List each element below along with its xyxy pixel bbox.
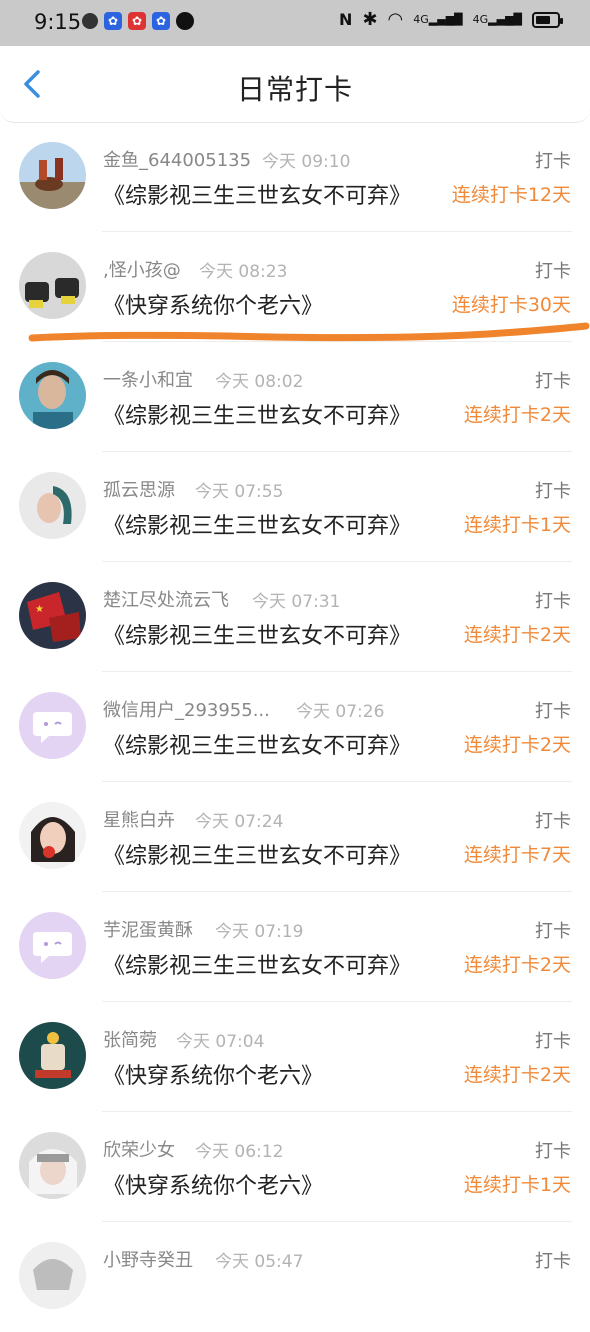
checkin-label: 打卡 [535, 1031, 571, 1052]
user-name[interactable]: 一条小和宜 [103, 366, 193, 392]
checkin-time: 今天 07:55 [195, 482, 284, 502]
bluetooth-icon: ✱ [362, 9, 378, 30]
avatar[interactable] [19, 362, 86, 429]
checkin-time: 今天 07:24 [195, 812, 284, 832]
avatar[interactable] [19, 1132, 86, 1199]
checkin-label: 打卡 [535, 261, 571, 282]
avatar[interactable] [19, 142, 86, 209]
signal-icon-2: 4G▂▄▆█ [472, 13, 522, 26]
avatar[interactable] [19, 252, 86, 319]
nfc-icon: N [339, 10, 353, 29]
list-item[interactable]: 芋泥蛋黄酥 今天 07:19 《综影视三生三世玄女不可弃》 打卡 连续打卡2天 [0, 892, 590, 1002]
streak-count: 连续打卡2天 [463, 734, 571, 756]
checkin-time: 今天 05:47 [215, 1252, 304, 1272]
list-item[interactable]: 张简菀 今天 07:04 《快穿系统你个老六》 打卡 连续打卡2天 [0, 1002, 590, 1112]
streak-count: 连续打卡2天 [463, 624, 571, 646]
checkin-label: 打卡 [535, 811, 571, 832]
status-time: 9:15 [34, 10, 82, 34]
user-name[interactable]: 孤云思源 [103, 476, 175, 502]
user-name[interactable]: 芋泥蛋黄酥 [103, 916, 193, 942]
header: 日常打卡 [0, 46, 590, 123]
user-name[interactable]: ,怪小孩@ [103, 256, 181, 282]
streak-count: 连续打卡1天 [463, 1174, 571, 1196]
checkin-label: 打卡 [535, 921, 571, 942]
svg-text:★: ★ [35, 604, 44, 615]
avatar[interactable] [19, 1022, 86, 1089]
checkin-time: 今天 08:23 [199, 262, 288, 282]
user-name[interactable]: 欣荣少女 [103, 1136, 175, 1162]
list-item[interactable]: 欣荣少女 今天 06:12 《快穿系统你个老六》 打卡 连续打卡1天 [0, 1112, 590, 1222]
checkin-time: 今天 09:10 [262, 152, 351, 172]
user-name[interactable]: 张简菀 [103, 1026, 157, 1052]
list-item[interactable]: ★ 楚江尽处流云飞 今天 07:31 《综影视三生三世玄女不可弃》 打卡 连续打… [0, 562, 590, 672]
orange-underline-annotation [28, 322, 590, 342]
book-title[interactable]: 《综影视三生三世玄女不可弃》 [103, 178, 411, 210]
streak-count: 连续打卡1天 [463, 514, 571, 536]
checkin-time: 今天 06:12 [195, 1142, 284, 1162]
checkin-time: 今天 08:02 [215, 372, 304, 392]
signal-icon: 4G▂▄▆█ [413, 13, 463, 26]
book-title[interactable]: 《快穿系统你个老六》 [103, 1058, 323, 1090]
avatar[interactable] [19, 472, 86, 539]
avatar[interactable]: ★ [19, 582, 86, 649]
streak-count: 连续打卡7天 [463, 844, 571, 866]
book-title[interactable]: 《综影视三生三世玄女不可弃》 [103, 728, 411, 760]
checkin-label: 打卡 [535, 371, 571, 392]
status-bar: 9:15 ✿ ✿ ✿ N ✱ ◠ 4G▂▄▆█ 4G▂▄▆█ [0, 0, 590, 46]
checkin-label: 打卡 [535, 1251, 571, 1272]
book-title[interactable]: 《综影视三生三世玄女不可弃》 [103, 618, 411, 650]
message-icon [82, 13, 98, 29]
app-icon: ✿ [128, 12, 146, 30]
checkin-time: 今天 07:31 [252, 592, 341, 612]
checkin-label: 打卡 [535, 591, 571, 612]
user-name[interactable]: 星熊白卉 [103, 806, 175, 832]
checkin-time: 今天 07:19 [215, 922, 304, 942]
streak-count: 连续打卡12天 [451, 184, 571, 206]
book-title[interactable]: 《综影视三生三世玄女不可弃》 [103, 948, 411, 980]
streak-count: 连续打卡2天 [463, 1064, 571, 1086]
battery-icon [532, 11, 563, 28]
list-item[interactable]: 一条小和宜 今天 08:02 《综影视三生三世玄女不可弃》 打卡 连续打卡2天 [0, 342, 590, 452]
avatar[interactable] [19, 912, 86, 979]
checkin-label: 打卡 [535, 481, 571, 502]
list-item[interactable]: 小野寺癸丑 今天 05:47 打卡 [0, 1222, 590, 1332]
user-name[interactable]: 微信用户_293955... [103, 696, 270, 722]
book-title[interactable]: 《综影视三生三世玄女不可弃》 [103, 838, 411, 870]
checkin-list: 金鱼_644005135 今天 09:10 《综影视三生三世玄女不可弃》 打卡 … [0, 122, 590, 1332]
avatar[interactable] [19, 1242, 86, 1309]
list-item[interactable]: 孤云思源 今天 07:55 《综影视三生三世玄女不可弃》 打卡 连续打卡1天 [0, 452, 590, 562]
qq-icon [176, 12, 194, 30]
user-name[interactable]: 楚江尽处流云飞 [103, 586, 229, 612]
baidu-icon-2: ✿ [152, 12, 170, 30]
list-item[interactable]: 微信用户_293955... 今天 07:26 《综影视三生三世玄女不可弃》 打… [0, 672, 590, 782]
avatar[interactable] [19, 802, 86, 869]
checkin-label: 打卡 [535, 701, 571, 722]
list-item[interactable]: 星熊白卉 今天 07:24 《综影视三生三世玄女不可弃》 打卡 连续打卡7天 [0, 782, 590, 892]
streak-count: 连续打卡2天 [463, 954, 571, 976]
user-name[interactable]: 金鱼_644005135 [103, 146, 251, 172]
avatar[interactable] [19, 692, 86, 759]
book-title[interactable]: 《快穿系统你个老六》 [103, 1168, 323, 1200]
checkin-label: 打卡 [535, 1141, 571, 1162]
notification-icons: ✿ ✿ ✿ [82, 12, 194, 30]
system-icons: N ✱ ◠ 4G▂▄▆█ 4G▂▄▆█ [339, 9, 563, 30]
list-item[interactable]: 金鱼_644005135 今天 09:10 《综影视三生三世玄女不可弃》 打卡 … [0, 122, 590, 232]
chat-bubble-icon [19, 912, 86, 979]
streak-count: 连续打卡2天 [463, 404, 571, 426]
book-title[interactable]: 《综影视三生三世玄女不可弃》 [103, 398, 411, 430]
chat-bubble-icon [19, 692, 86, 759]
checkin-time: 今天 07:04 [176, 1032, 265, 1052]
user-name[interactable]: 小野寺癸丑 [103, 1246, 193, 1272]
page-title: 日常打卡 [236, 73, 353, 106]
book-title[interactable]: 《综影视三生三世玄女不可弃》 [103, 508, 411, 540]
streak-count: 连续打卡30天 [451, 294, 571, 316]
baidu-icon: ✿ [104, 12, 122, 30]
wifi-icon: ◠ [387, 9, 404, 30]
checkin-time: 今天 07:26 [296, 702, 385, 722]
book-title[interactable]: 《快穿系统你个老六》 [103, 288, 323, 320]
checkin-label: 打卡 [535, 151, 571, 172]
